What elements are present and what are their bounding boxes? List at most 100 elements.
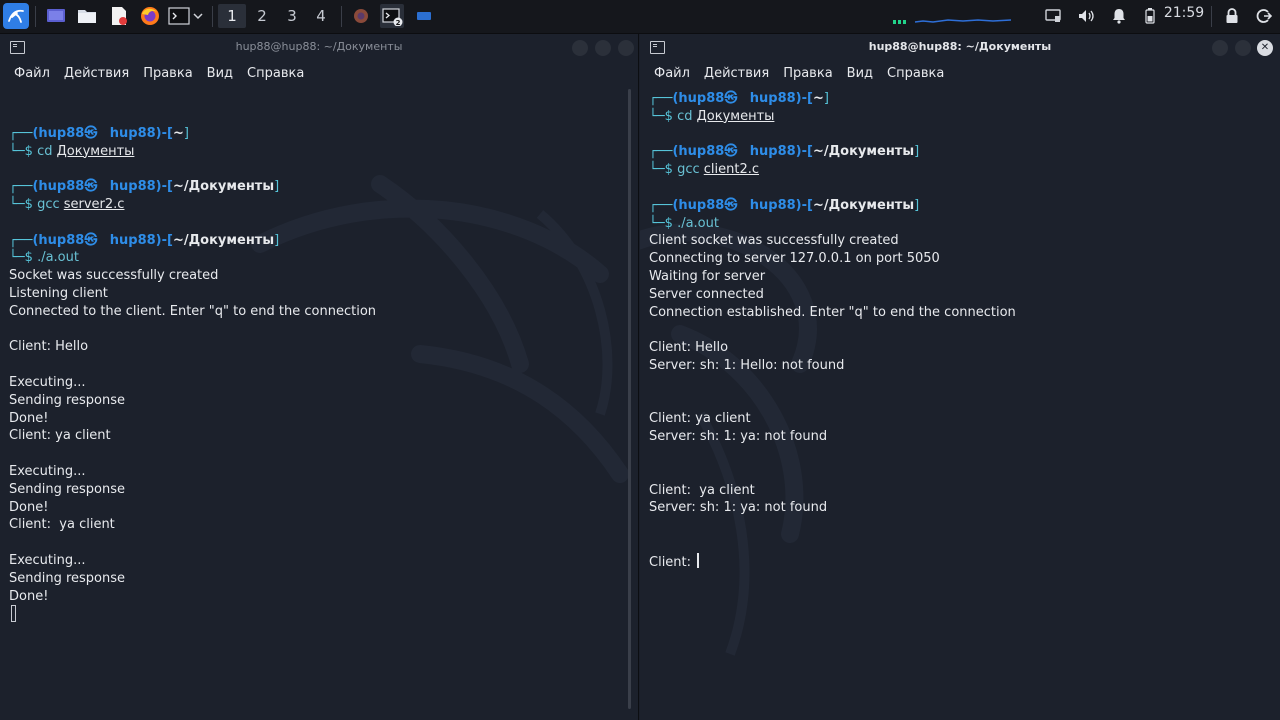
- maximize-button[interactable]: [1235, 40, 1251, 56]
- chevron-down-icon[interactable]: [190, 4, 206, 28]
- output-line: Server: sh: 1: ya: not found: [649, 500, 828, 516]
- prompt-user: (hup88㉿: [672, 197, 738, 213]
- menu-view[interactable]: Вид: [847, 66, 873, 81]
- menu-file[interactable]: Файл: [654, 66, 690, 81]
- output-line: Sending response: [9, 570, 126, 586]
- clock[interactable]: 21:59: [1163, 5, 1205, 21]
- screen-icon[interactable]: [1041, 4, 1065, 28]
- minimize-button[interactable]: [572, 40, 588, 56]
- menu-view[interactable]: Вид: [207, 66, 233, 81]
- command: ./a.out: [677, 215, 719, 231]
- prompt-corner: └─$: [9, 250, 38, 266]
- workspace-3[interactable]: 3: [278, 4, 306, 28]
- prompt-corner: └─$: [9, 196, 38, 212]
- maximize-button[interactable]: [595, 40, 611, 56]
- file-manager-icon[interactable]: [75, 4, 99, 28]
- menu-edit[interactable]: Правка: [783, 66, 832, 81]
- prompt-path: ~/Документы: [172, 232, 275, 248]
- prompt-close: ]: [823, 91, 829, 106]
- prompt-close: ]: [274, 232, 280, 248]
- text-cursor: [697, 552, 700, 568]
- output-line: Client: Hello: [649, 340, 729, 356]
- output-line: Socket was successfully created: [9, 268, 219, 284]
- prompt-host: hup88)-[: [109, 179, 173, 195]
- text-cursor: [11, 605, 16, 623]
- output-line: Listening client: [9, 285, 108, 301]
- prompt-path: ~/Документы: [812, 197, 915, 213]
- firefox-task-icon[interactable]: [349, 4, 373, 28]
- output-line: Client:: [649, 552, 1264, 571]
- command-line: └─$ ./a.out: [9, 249, 622, 267]
- notifications-bell-icon[interactable]: [1107, 4, 1131, 28]
- command: gcc: [37, 196, 60, 212]
- minimize-button[interactable]: [1212, 40, 1228, 56]
- window-title: hup88@hup88: ~/Документы: [235, 40, 403, 53]
- prompt-corner: ┌──: [649, 197, 673, 213]
- kali-menu-icon[interactable]: [3, 3, 29, 29]
- menu-actions[interactable]: Действия: [64, 66, 129, 81]
- terminal-task-icon[interactable]: 2: [380, 4, 404, 28]
- terminal-launcher-icon[interactable]: [167, 4, 191, 28]
- command-line: └─$ ./a.out: [649, 215, 1264, 233]
- command-argument: Документы: [696, 108, 775, 124]
- prompt-line: ┌──(hup88㉿ hup88)-[~]: [9, 125, 622, 143]
- command-line: └─$ gcc client2.c: [649, 161, 1264, 179]
- close-button[interactable]: [618, 40, 634, 56]
- panel-separator: [341, 6, 342, 27]
- titlebar[interactable]: hup88@hup88: ~/Документы: [0, 34, 638, 61]
- menu-help[interactable]: Справка: [887, 66, 944, 81]
- prompt-user: (hup88㉿: [32, 232, 98, 248]
- command: cd: [37, 143, 53, 159]
- menubar: Файл Действия Правка Вид Справка: [0, 61, 638, 86]
- window-task-icon[interactable]: [412, 4, 436, 28]
- close-button[interactable]: [1257, 40, 1273, 56]
- workspace-1[interactable]: 1: [218, 4, 246, 28]
- prompt-user: (hup88㉿: [672, 91, 738, 106]
- prompt-line: ┌──(hup88㉿ hup88)-[~/Документы]: [9, 178, 622, 196]
- lock-icon[interactable]: [1220, 4, 1244, 28]
- output-line: Client: ya client: [649, 482, 755, 498]
- prompt-user: (hup88㉿: [32, 179, 98, 195]
- terminal-window-client[interactable]: hup88@hup88: ~/Документы Файл Действия П…: [640, 34, 1280, 720]
- prompt-corner: ┌──: [649, 91, 673, 106]
- output-line: Client: ya client: [9, 517, 115, 533]
- top-panel: 1 2 3 4 2 21:59: [0, 0, 1280, 34]
- command: gcc: [677, 162, 700, 178]
- output-line: Executing...: [9, 463, 86, 479]
- menu-help[interactable]: Справка: [247, 66, 304, 81]
- prompt-path: ~: [812, 91, 824, 106]
- scrollbar[interactable]: [628, 89, 631, 709]
- battery-icon[interactable]: [1138, 4, 1162, 28]
- titlebar[interactable]: hup88@hup88: ~/Документы: [640, 34, 1280, 61]
- prompt-corner: └─$: [649, 162, 678, 178]
- logout-icon[interactable]: [1252, 4, 1276, 28]
- prompt-path: ~/Документы: [172, 179, 275, 195]
- workspace-2[interactable]: 2: [248, 4, 276, 28]
- prompt-host: hup88)-[: [749, 197, 813, 213]
- terminal-window-server[interactable]: hup88@hup88: ~/Документы Файл Действия П…: [0, 34, 639, 720]
- menu-file[interactable]: Файл: [14, 66, 50, 81]
- command-argument: server2.c: [63, 196, 125, 212]
- output-line: Server connected: [649, 286, 764, 302]
- menu-edit[interactable]: Правка: [143, 66, 192, 81]
- prompt-line: ┌──(hup88㉿ hup88)-[~/Документы]: [649, 143, 1264, 161]
- firefox-icon[interactable]: [138, 4, 162, 28]
- cursor-line: [9, 605, 622, 623]
- text-editor-icon[interactable]: [107, 4, 131, 28]
- menu-actions[interactable]: Действия: [704, 66, 769, 81]
- terminal-output[interactable]: ┌──(hup88㉿ hup88)-[~] └─$ cd Документы ┌──…: [649, 90, 1264, 571]
- workspace-4[interactable]: 4: [307, 4, 335, 28]
- output-line: Sending response: [9, 481, 126, 497]
- show-desktop-icon[interactable]: [44, 4, 68, 28]
- prompt-line: ┌──(hup88㉿ hup88)-[~]: [649, 90, 1264, 108]
- output-line: Connected to the client. Enter "q" to en…: [9, 303, 377, 319]
- terminal-output[interactable]: ┌──(hup88㉿ hup88)-[~] └─$ cd Документы ┌──…: [9, 107, 622, 623]
- volume-icon[interactable]: [1074, 4, 1098, 28]
- output-line: Done!: [9, 410, 49, 426]
